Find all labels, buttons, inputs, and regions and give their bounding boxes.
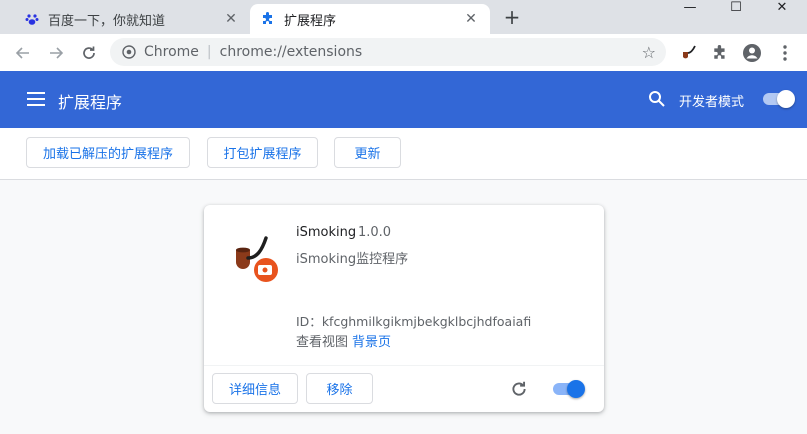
chrome-logo-icon (122, 45, 136, 59)
inspect-views-label: 查看视图 (296, 335, 349, 350)
omnibox-separator: | (206, 44, 212, 60)
extension-views: 查看视图 背景页 (296, 331, 391, 350)
tab-strip: 百度一下，你就知道 ✕ 扩展程序 ✕ + — ☐ ✕ (0, 0, 807, 34)
forward-arrow-icon[interactable] (43, 40, 69, 66)
developer-toolbar: 加载已解压的扩展程序 打包扩展程序 更新 (0, 128, 807, 180)
tab-title: 扩展程序 (284, 13, 337, 29)
dev-mode-label: 开发者模式 (679, 95, 745, 110)
tab-baidu[interactable]: 百度一下，你就知道 ✕ (14, 4, 250, 34)
omnibox-url[interactable]: chrome://extensions (220, 44, 363, 60)
close-window-icon[interactable]: ✕ (759, 0, 805, 15)
extension-id: ID：kfcghmilkgikmjbekgklbcjhdfoaiafi (296, 311, 531, 330)
omnibox-chip: Chrome (144, 44, 199, 60)
extension-id-value: kfcghmilkgikmjbekgklbcjhdfoaiafi (321, 314, 532, 329)
bookmark-star-icon[interactable]: ☆ (642, 43, 656, 62)
back-arrow-icon[interactable] (10, 40, 36, 66)
new-tab-button[interactable]: + (500, 6, 524, 30)
dev-mode-toggle[interactable] (763, 90, 795, 108)
extension-enable-toggle[interactable] (553, 380, 585, 398)
load-unpacked-button[interactable]: 加载已解压的扩展程序 (26, 137, 190, 168)
puzzle-icon (260, 11, 276, 27)
menu-kebab-icon[interactable] (773, 41, 797, 65)
extensions-puzzle-icon[interactable] (708, 41, 732, 65)
search-icon[interactable] (648, 90, 666, 108)
extension-description: iSmoking监控程序 (296, 252, 409, 267)
extension-card: iSmoking 1.0.0 iSmoking监控程序 ID：kfcghmilk… (204, 205, 604, 412)
profile-avatar-icon[interactable] (740, 41, 764, 65)
close-tab-icon[interactable]: ✕ (222, 10, 240, 28)
extension-id-label: ID： (296, 314, 322, 329)
maximize-icon[interactable]: ☐ (713, 0, 759, 15)
page-title: 扩展程序 (58, 93, 123, 112)
ismoking-pipe-icon (234, 232, 282, 284)
toolbar: Chrome | chrome://extensions ☆ (0, 34, 807, 71)
baidu-paw-icon (24, 11, 40, 27)
update-button[interactable]: 更新 (334, 137, 401, 168)
tab-title: 百度一下，你就知道 (48, 13, 166, 29)
details-button[interactable]: 详细信息 (212, 373, 298, 404)
card-divider (204, 365, 604, 366)
ismoking-pipe-icon[interactable] (677, 41, 701, 65)
hamburger-menu-icon[interactable] (27, 92, 45, 106)
toggle-knob (777, 90, 795, 108)
remove-button[interactable]: 移除 (306, 373, 373, 404)
reload-extension-icon[interactable] (510, 380, 528, 398)
minimize-icon[interactable]: — (667, 0, 713, 15)
background-page-link[interactable]: 背景页 (352, 335, 391, 350)
extension-name: iSmoking (296, 225, 357, 240)
extension-version: 1.0.0 (358, 225, 392, 240)
tab-extensions[interactable]: 扩展程序 ✕ (250, 4, 490, 34)
close-tab-icon[interactable]: ✕ (462, 10, 480, 28)
pack-extension-button[interactable]: 打包扩展程序 (207, 137, 318, 168)
address-bar[interactable]: Chrome | chrome://extensions ☆ (110, 38, 666, 66)
reload-icon[interactable] (76, 40, 102, 66)
toggle-knob (567, 380, 585, 398)
extensions-header: 扩展程序 开发者模式 (0, 71, 807, 128)
